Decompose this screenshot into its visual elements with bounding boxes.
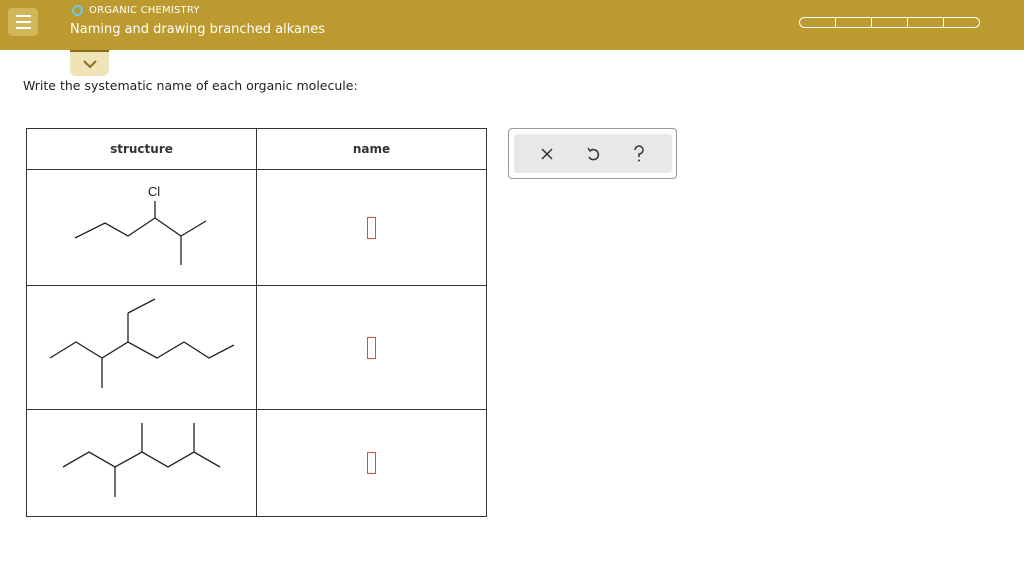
table-row: Cl xyxy=(26,169,487,286)
undo-button[interactable] xyxy=(581,142,605,166)
help-button[interactable] xyxy=(627,142,651,166)
progress-segment xyxy=(871,17,908,28)
menu-button[interactable] xyxy=(8,8,38,36)
progress-segment xyxy=(943,17,980,28)
toolbox-buttons xyxy=(514,134,672,173)
help-icon xyxy=(634,144,644,161)
structure-cell xyxy=(26,409,257,517)
chevron-down-icon xyxy=(82,59,97,68)
column-header-structure: structure xyxy=(26,128,257,170)
atom-label: Cl xyxy=(148,184,160,199)
top-bar: ORGANIC CHEMISTRY Naming and drawing bra… xyxy=(0,0,1024,50)
structure-cell xyxy=(26,285,257,410)
column-header-name: name xyxy=(256,128,487,170)
table-row xyxy=(26,285,487,410)
structure-cell: Cl xyxy=(26,169,257,286)
progress-bar xyxy=(799,17,980,28)
table-header-row: structure name xyxy=(26,128,487,170)
table-row xyxy=(26,409,487,517)
answer-input[interactable] xyxy=(367,216,376,239)
molecule-structure-3 xyxy=(62,423,221,497)
answer-input[interactable] xyxy=(367,452,376,474)
answer-cell xyxy=(256,285,487,410)
answer-cell xyxy=(256,169,487,286)
answer-cell xyxy=(256,409,487,517)
answer-table: structure name Cl xyxy=(26,128,487,517)
topic-label: ORGANIC CHEMISTRY xyxy=(89,5,200,16)
molecule-structure-1: Cl xyxy=(74,184,207,265)
answer-toolbox xyxy=(508,128,677,179)
close-icon xyxy=(541,147,553,160)
menu-icon-line xyxy=(15,21,31,23)
menu-icon-line xyxy=(15,15,31,17)
question-prompt: Write the systematic name of each organi… xyxy=(23,78,358,93)
lesson-title: Naming and drawing branched alkanes xyxy=(70,22,326,37)
progress-segment xyxy=(907,17,944,28)
progress-segment xyxy=(799,17,836,28)
topic-row: ORGANIC CHEMISTRY xyxy=(72,5,200,16)
molecule-structure-2 xyxy=(49,298,235,388)
topic-circle-icon xyxy=(72,5,83,16)
progress-segment xyxy=(835,17,872,28)
menu-icon-line xyxy=(15,27,31,29)
undo-icon xyxy=(587,147,600,160)
answer-input[interactable] xyxy=(367,336,376,359)
expand-header-button[interactable] xyxy=(70,50,109,76)
clear-button[interactable] xyxy=(535,142,559,166)
